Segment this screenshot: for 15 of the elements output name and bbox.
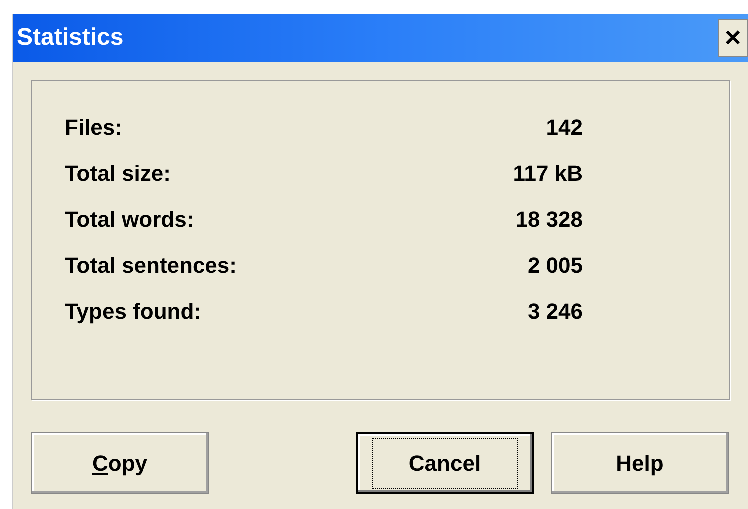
stat-label: Types found: xyxy=(65,298,202,326)
copy-button[interactable]: Copy xyxy=(31,432,209,494)
stat-label: Total size: xyxy=(65,160,171,188)
close-button[interactable]: × xyxy=(718,19,748,57)
stat-value: 2 005 xyxy=(528,252,583,280)
cancel-button[interactable]: Cancel xyxy=(356,432,534,494)
stat-value: 117 kB xyxy=(513,160,583,188)
help-button[interactable]: Help xyxy=(551,432,729,494)
stat-label: Total sentences: xyxy=(65,252,237,280)
stat-value: 3 246 xyxy=(528,298,583,326)
stat-label: Total words: xyxy=(65,206,194,234)
stat-value: 142 xyxy=(546,114,583,142)
window-title: Statistics xyxy=(17,23,124,53)
stat-value: 18 328 xyxy=(516,206,583,234)
stat-label: Files: xyxy=(65,114,122,142)
